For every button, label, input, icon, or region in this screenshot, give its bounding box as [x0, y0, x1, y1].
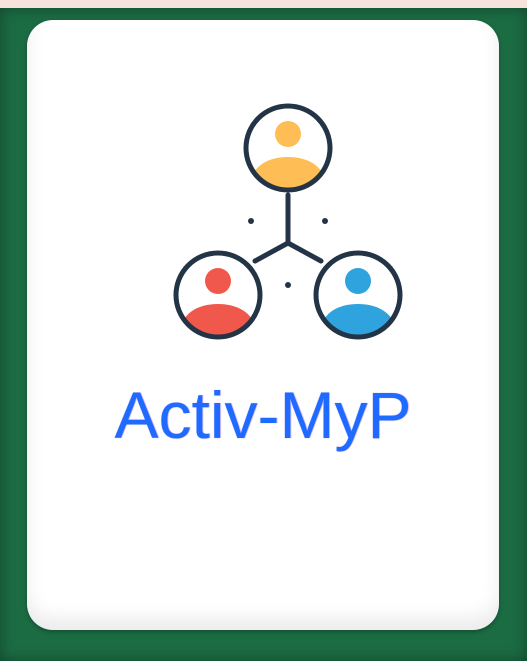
- app-tile-activ-myp[interactable]: Activ-MyP: [27, 20, 499, 630]
- person-top-icon: [243, 103, 333, 193]
- person-right-icon: [313, 250, 403, 340]
- people-network-icon: [173, 103, 403, 340]
- person-left-icon: [173, 250, 263, 340]
- app-tile-label: Activ-MyP: [114, 378, 412, 452]
